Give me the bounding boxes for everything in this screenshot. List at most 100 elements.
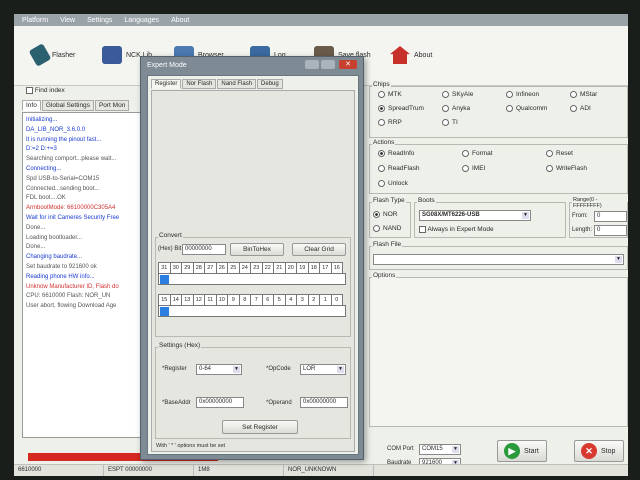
menu-settings[interactable]: Settings <box>87 17 112 24</box>
radio-indicator <box>442 119 449 126</box>
about-button[interactable]: About <box>390 46 432 64</box>
close-icon[interactable]: ✕ <box>339 60 357 69</box>
radio-spreadtrum[interactable]: SpreadTrum <box>378 105 424 112</box>
home-icon <box>390 46 410 64</box>
baseaddr-input[interactable]: 0x00000000 <box>196 397 244 408</box>
flasher-button[interactable]: Flasher <box>28 43 75 67</box>
boots-label: Boots <box>417 197 436 204</box>
flash-type-group: Flash Type NOR NAND <box>369 197 411 238</box>
radio-qualcomm[interactable]: Qualcomm <box>506 105 547 112</box>
range-group: Range(0 - FFFFFFFF) From: 0 Length: 0 <box>569 197 628 238</box>
radio-indicator <box>570 91 577 98</box>
log-line: FDL boot....OK <box>26 195 66 202</box>
status-flash: NOR_UNKNOWN <box>284 465 374 476</box>
chevron-down-icon: ▼ <box>452 446 459 453</box>
register-label: *Register <box>162 366 187 372</box>
flash-file-select[interactable]: ▼ <box>373 254 624 265</box>
status-size: 1M8 <box>194 465 284 476</box>
radio-indicator <box>462 165 469 172</box>
play-icon: ▶ <box>504 443 520 459</box>
from-input[interactable]: 0 <box>594 211 627 222</box>
menu-about[interactable]: About <box>171 17 189 24</box>
menu-view[interactable]: View <box>60 17 75 24</box>
radio-anyka[interactable]: Anyka <box>442 105 470 112</box>
radio-indicator <box>373 211 380 218</box>
register-select[interactable]: 0-64 ▼ <box>196 364 242 375</box>
checkbox-box <box>419 226 426 233</box>
bit-grid-low[interactable] <box>158 305 346 317</box>
settings-group: Settings (Hex) *Register 0-64 ▼ *OpCode L… <box>155 342 351 439</box>
hex-label: (Hex) Bit <box>158 246 182 252</box>
radio-imei[interactable]: IMEI <box>462 165 485 172</box>
menu-languages[interactable]: Languages <box>124 17 159 24</box>
tab-nor-flash[interactable]: Nor Flash <box>182 79 217 89</box>
radio-readinfo[interactable]: ReadInfo <box>378 150 414 157</box>
radio-mstar[interactable]: MStar <box>570 91 597 98</box>
log-line: Changing baudrate... <box>26 254 83 261</box>
length-input[interactable]: 0 <box>594 225 627 236</box>
radio-reset[interactable]: Reset <box>546 150 573 157</box>
log-line: Done... <box>26 244 46 251</box>
radio-format[interactable]: Format <box>462 150 493 157</box>
radio-skyale[interactable]: SKyAle <box>442 91 473 98</box>
radio-indicator <box>373 225 380 232</box>
hex-input[interactable]: 00000000 <box>182 244 226 255</box>
radio-nand[interactable]: NAND <box>373 225 401 232</box>
flasher-icon <box>28 43 52 67</box>
radio-indicator <box>462 150 469 157</box>
radio-adi[interactable]: ADI <box>570 105 591 112</box>
maximize-button[interactable] <box>321 60 335 69</box>
minimize-button[interactable] <box>305 60 319 69</box>
log-line: ArmbootMode: 66100000C305A4 <box>26 205 116 212</box>
chevron-down-icon: ▼ <box>233 366 240 373</box>
log-line: Loading bootloader... <box>26 234 83 241</box>
radio-nor[interactable]: NOR <box>373 211 397 218</box>
stop-button[interactable]: ✕ Stop <box>574 440 624 462</box>
radio-readflash[interactable]: ReadFlash <box>378 165 419 172</box>
convert-group: Convert (Hex) Bit 00000000 BinToHex Clea… <box>155 232 351 337</box>
dialog-body: Register Nor Flash Nand Flash Debug Conv… <box>147 75 359 455</box>
log-line: Set baudrate to 921600 ok <box>26 263 97 270</box>
radio-unlock[interactable]: Unlock <box>378 180 408 187</box>
tab-info[interactable]: Info <box>22 100 41 111</box>
always-expert-checkbox[interactable]: Always in Expert Mode <box>419 226 494 233</box>
radio-rrp[interactable]: RRP <box>378 119 402 126</box>
tab-register[interactable]: Register <box>151 79 182 89</box>
radio-indicator <box>570 105 577 112</box>
operand-input[interactable]: 0x00000000 <box>300 397 348 408</box>
flash-type-label: Flash Type <box>372 197 406 204</box>
bit-cell-selected <box>160 275 169 284</box>
start-button[interactable]: ▶ Start <box>497 440 547 462</box>
flash-file-group: Flash File ▼ <box>369 241 628 270</box>
opcode-label: *OpCode <box>266 366 291 372</box>
menubar: Platform View Settings Languages About <box>14 14 628 26</box>
find-index-checkbox[interactable]: Find index <box>26 87 65 94</box>
radio-writeflash[interactable]: WriteFlash <box>546 165 587 172</box>
log-line: Spd USB-to-Serial=COM15 <box>26 175 100 182</box>
radio-indicator <box>378 91 385 98</box>
opcode-select[interactable]: LOR ▼ <box>300 364 346 375</box>
radio-indicator <box>546 150 553 157</box>
register-panel: Convert (Hex) Bit 00000000 BinToHex Clea… <box>151 90 355 452</box>
bin-to-hex-button[interactable]: BinToHex <box>230 243 284 256</box>
set-register-button[interactable]: Set Register <box>222 420 298 434</box>
tab-global-settings[interactable]: Global Settings <box>41 100 94 111</box>
convert-label: Convert <box>158 232 183 239</box>
clear-grid-button[interactable]: Clear Grid <box>292 243 346 256</box>
menu-platform[interactable]: Platform <box>22 17 48 24</box>
tab-debug[interactable]: Debug <box>257 79 283 89</box>
radio-ti[interactable]: TI <box>442 119 458 126</box>
radio-mtk[interactable]: MTK <box>378 91 402 98</box>
bit-grid-high[interactable] <box>158 273 346 285</box>
chevron-down-icon: ▼ <box>615 256 622 263</box>
checkbox-box <box>26 87 33 94</box>
tab-port-mon[interactable]: Port Mon <box>94 100 130 111</box>
status-bar: 6610000 ESPT 00000000 1M8 NOR_UNKNOWN <box>14 464 628 476</box>
boot-select[interactable]: SG08X/MT6226-USB ▼ <box>419 210 531 221</box>
radio-indicator <box>378 180 385 187</box>
radio-infineon[interactable]: Infineon <box>506 91 539 98</box>
tab-nand-flash[interactable]: Nand Flash <box>217 79 257 89</box>
radio-indicator <box>378 165 385 172</box>
com-port-select[interactable]: COM15 ▼ <box>419 444 461 455</box>
log-line: Unknow Manufacturer ID, Flash do <box>26 283 119 290</box>
